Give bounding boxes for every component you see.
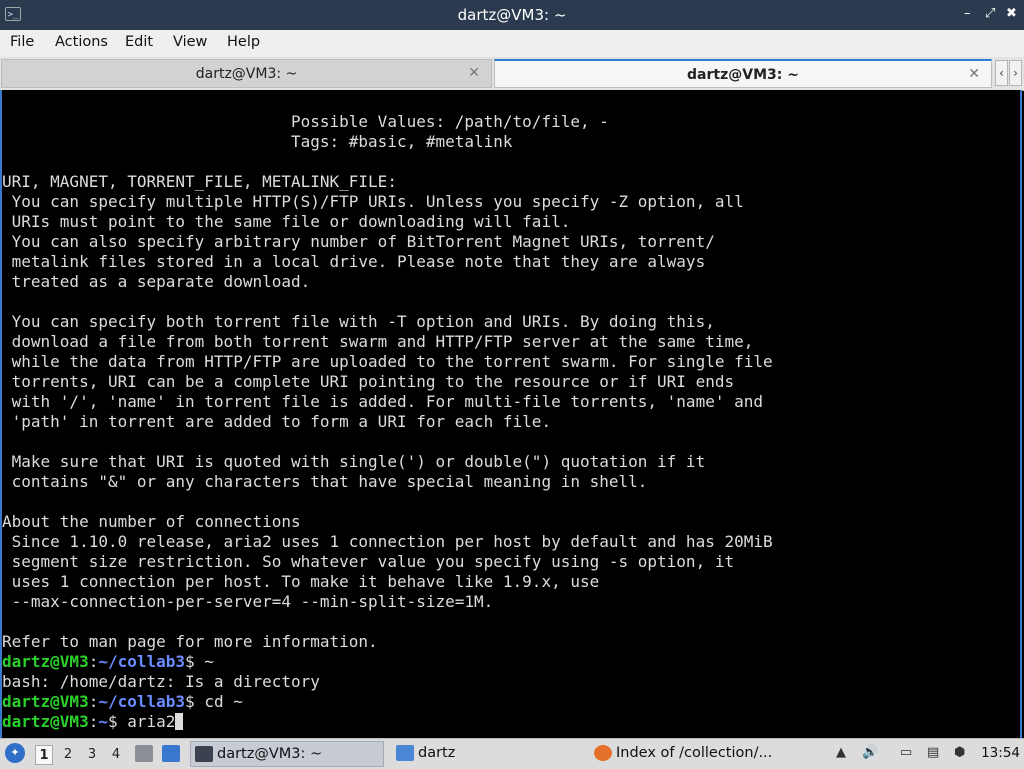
tab-close-icon[interactable]: ✕: [968, 66, 980, 82]
terminal-line: Since 1.10.0 release, aria2 uses 1 conne…: [2, 532, 773, 551]
terminal-icon: [195, 746, 213, 762]
terminal-cursor: [175, 713, 184, 730]
updates-icon[interactable]: ⬢: [954, 745, 965, 760]
close-window-button[interactable]: ✖: [1006, 6, 1017, 21]
terminal-line: download a file from both torrent swarm …: [2, 332, 754, 351]
prompt-path: ~/collab3: [98, 652, 186, 671]
terminal-line: treated as a separate download.: [2, 272, 311, 291]
task-label: Index of /collection/...: [616, 745, 773, 761]
prompt-user: dartz@VM3: [2, 652, 89, 671]
terminal-line: contains "&" or any characters that have…: [2, 472, 648, 491]
task-label: dartz: [418, 745, 456, 761]
prompt-path: ~/collab3: [98, 692, 186, 711]
tab-label: dartz@VM3: ~: [195, 66, 298, 82]
workspace-4[interactable]: 4: [107, 745, 125, 765]
terminal-line: Tags: #basic, #metalink: [2, 132, 513, 151]
terminal-line: Possible Values: /path/to/file, -: [2, 112, 609, 131]
menu-actions[interactable]: Actions: [55, 34, 108, 50]
start-menu-icon[interactable]: ✦: [5, 743, 25, 763]
prompt-user: dartz@VM3: [2, 692, 89, 711]
tab-close-icon[interactable]: ✕: [468, 65, 480, 81]
terminal-line: while the data from HTTP/FTP are uploade…: [2, 352, 773, 371]
task-files[interactable]: dartz: [392, 741, 576, 767]
workspace-3[interactable]: 3: [83, 745, 101, 765]
maximize-button[interactable]: ⤢: [985, 6, 995, 21]
window-title: dartz@VM3: ~: [457, 6, 567, 24]
firefox-icon: [594, 745, 612, 761]
task-label: dartz@VM3: ~: [217, 746, 323, 762]
terminal-line: metalink files stored in a local drive. …: [2, 252, 706, 271]
terminal-line: with '/', 'name' in torrent file is adde…: [2, 392, 763, 411]
tab-terminal-1[interactable]: dartz@VM3: ~ ✕: [1, 59, 492, 88]
clipboard-icon[interactable]: ▤: [927, 745, 939, 760]
prompt-line: dartz@VM3:~$ aria2: [2, 712, 184, 731]
desktop-icon[interactable]: [162, 745, 180, 762]
minimize-button[interactable]: –: [964, 6, 971, 21]
prompt-line: dartz@VM3:~/collab3$ ~: [2, 652, 214, 671]
menu-help[interactable]: Help: [227, 34, 260, 50]
terminal-line: segment size restriction. So whatever va…: [2, 552, 735, 571]
terminal-line: URIs must point to the same file or down…: [2, 212, 571, 231]
volume-icon[interactable]: 🔊: [862, 745, 878, 760]
terminal-view[interactable]: Possible Values: /path/to/file, - Tags: …: [0, 90, 1022, 738]
prompt-command: aria2: [127, 712, 176, 731]
terminal-line: You can specify multiple HTTP(S)/FTP URI…: [2, 192, 744, 211]
tab-scroll-left-icon[interactable]: ‹: [995, 60, 1008, 86]
terminal-line: Make sure that URI is quoted with single…: [2, 452, 706, 471]
terminal-line: URI, MAGNET, TORRENT_FILE, METALINK_FILE…: [2, 172, 397, 191]
workspace-1[interactable]: 1: [35, 745, 53, 765]
notification-icon[interactable]: ▲: [836, 745, 846, 760]
tab-scroll-right-icon[interactable]: ›: [1009, 60, 1022, 86]
workspace-2[interactable]: 2: [59, 745, 77, 765]
files-launcher-icon[interactable]: [135, 745, 153, 762]
terminal-line: You can also specify arbitrary number of…: [2, 232, 715, 251]
terminal-line: You can specify both torrent file with -…: [2, 312, 715, 331]
menubar: File Actions Edit View Help: [0, 30, 1024, 57]
prompt-command: ~: [204, 652, 214, 671]
network-icon[interactable]: ▭: [900, 745, 912, 760]
folder-icon: [396, 745, 414, 761]
task-terminal[interactable]: dartz@VM3: ~: [190, 741, 384, 767]
terminal-output-line: bash: /home/dartz: Is a directory: [2, 672, 320, 691]
terminal-line: uses 1 connection per host. To make it b…: [2, 572, 600, 591]
clock[interactable]: 13:54: [981, 745, 1020, 761]
menu-file[interactable]: File: [10, 34, 34, 50]
tab-label: dartz@VM3: ~: [687, 67, 799, 83]
prompt-path: ~: [98, 712, 108, 731]
terminal-line: --max-connection-per-server=4 --min-spli…: [2, 592, 494, 611]
terminal-line: About the number of connections: [2, 512, 301, 531]
terminal-line: torrents, URI can be a complete URI poin…: [2, 372, 735, 391]
prompt-command: cd ~: [204, 692, 243, 711]
task-firefox[interactable]: Index of /collection/...: [590, 741, 820, 767]
tab-terminal-2[interactable]: dartz@VM3: ~ ✕: [494, 59, 992, 88]
terminal-line: Refer to man page for more information.: [2, 632, 378, 651]
window-titlebar: >_ dartz@VM3: ~ – ⤢ ✖: [0, 0, 1024, 30]
menu-edit[interactable]: Edit: [125, 34, 153, 50]
tab-bar: dartz@VM3: ~ ✕ dartz@VM3: ~ ✕: [0, 57, 1024, 91]
prompt-user: dartz@VM3: [2, 712, 89, 731]
taskbar: ✦ 1 2 3 4 dartz@VM3: ~ dartz Index of /c…: [0, 738, 1024, 769]
terminal-output: Possible Values: /path/to/file, - Tags: …: [2, 90, 1020, 732]
terminal-line: 'path' in torrent are added to form a UR…: [2, 412, 552, 431]
prompt-line: dartz@VM3:~/collab3$ cd ~: [2, 692, 243, 711]
menu-view[interactable]: View: [173, 34, 207, 50]
